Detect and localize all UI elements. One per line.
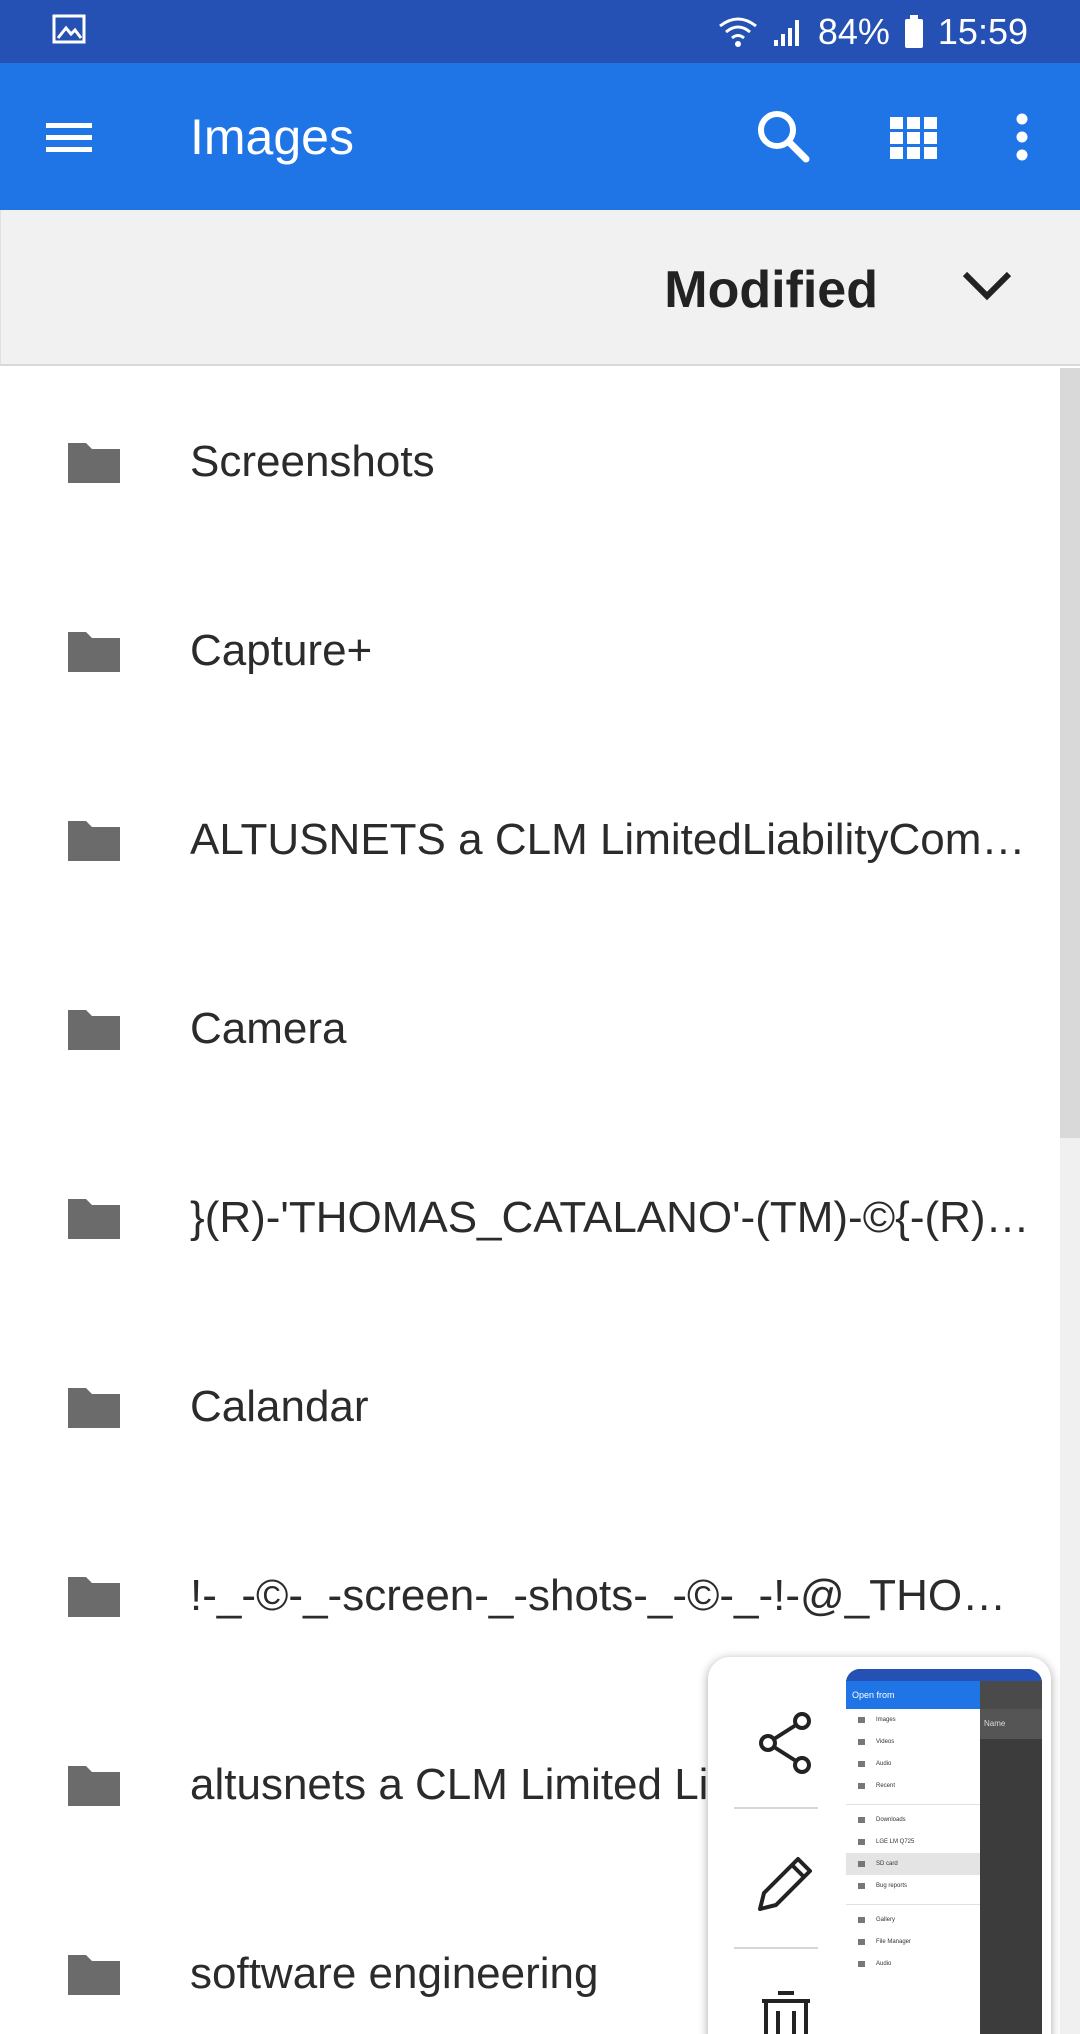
divider xyxy=(734,1947,818,1949)
thumb-item: Downloads xyxy=(846,1809,980,1831)
more-options-button[interactable] xyxy=(1004,105,1040,169)
thumb-status-bar xyxy=(846,1669,1042,1681)
thumb-header: Open from xyxy=(846,1681,980,1709)
status-indicators: 84% 15:59 xyxy=(718,0,1028,63)
sort-bar[interactable]: Modified xyxy=(0,210,1080,366)
more-vert-icon xyxy=(1004,113,1040,173)
thumb-item: SD card xyxy=(846,1853,980,1875)
list-item[interactable]: ALTUSNETS a CLM LimitedLiabilityCom… xyxy=(0,746,1060,935)
list-item[interactable]: Calandar xyxy=(0,1313,1060,1502)
folder-name: ALTUSNETS a CLM LimitedLiabilityCom… xyxy=(190,815,1026,864)
thumb-sort: Name xyxy=(980,1709,1042,1739)
folder-icon xyxy=(66,1195,122,1241)
thumb-item: File Manager xyxy=(846,1931,980,1953)
thumb-item: Bug reports xyxy=(846,1875,980,1897)
divider xyxy=(734,1807,818,1809)
folder-name: Camera xyxy=(190,1004,347,1053)
battery-icon xyxy=(904,14,924,49)
share-icon xyxy=(750,1712,822,1783)
list-item[interactable]: Capture+ xyxy=(0,557,1060,746)
folder-name: }(R)-'THOMAS_CATALANO'-(TM)-©{-(R)-… xyxy=(190,1193,1030,1242)
thumb-divider xyxy=(846,1897,980,1905)
folder-name: !-_-©-_-screen-_-shots-_-©-_-!-@_THOM… xyxy=(190,1571,1030,1620)
app-bar: Images xyxy=(0,63,1080,210)
grid-view-button[interactable] xyxy=(884,107,944,167)
folder-name: Screenshots xyxy=(190,437,435,486)
page-title: Images xyxy=(190,109,354,165)
folder-name: Capture+ xyxy=(190,626,373,675)
thumb-item: LGE LM Q725 xyxy=(846,1831,980,1853)
menu-icon xyxy=(40,123,96,171)
folder-name: Calandar xyxy=(190,1382,369,1431)
search-icon xyxy=(752,111,816,173)
thumb-item: Recent xyxy=(846,1775,980,1797)
folder-icon xyxy=(66,1951,122,1997)
battery-percent: 84% xyxy=(817,10,890,52)
share-button[interactable] xyxy=(750,1707,822,1779)
search-button[interactable] xyxy=(752,105,816,169)
thumb-item: Images xyxy=(846,1709,980,1731)
thumb-divider xyxy=(846,1797,980,1805)
folder-icon xyxy=(66,1762,122,1808)
screenshot-preview-panel: Open from Name Images Videos Audio Recen… xyxy=(708,1657,1051,2034)
scrollbar-thumb[interactable] xyxy=(1060,368,1080,1138)
folder-icon xyxy=(66,1573,122,1619)
list-item[interactable]: Camera xyxy=(0,935,1060,1124)
folder-icon xyxy=(66,1006,122,1052)
wifi-icon xyxy=(718,16,758,48)
thumb-item: Videos xyxy=(846,1731,980,1753)
folder-icon xyxy=(66,1384,122,1430)
delete-button[interactable] xyxy=(750,1987,822,2034)
status-bar: 84% 15:59 xyxy=(0,0,1080,63)
thumb-right-header xyxy=(980,1681,1042,1709)
list-item[interactable]: Screenshots xyxy=(0,368,1060,557)
folder-icon xyxy=(66,817,122,863)
signal-icon xyxy=(772,16,804,48)
grid-view-icon xyxy=(884,117,944,171)
thumb-item: Audio xyxy=(846,1953,980,1975)
edit-icon xyxy=(750,1857,822,1923)
folder-icon xyxy=(66,439,122,485)
list-item[interactable]: }(R)-'THOMAS_CATALANO'-(TM)-©{-(R)-… xyxy=(0,1124,1060,1313)
clock: 15:59 xyxy=(937,10,1028,52)
thumb-drawer: Images Videos Audio Recent Downloads LGE… xyxy=(846,1709,980,2034)
thumb-item: Audio xyxy=(846,1753,980,1775)
menu-button[interactable] xyxy=(40,107,106,167)
edit-button[interactable] xyxy=(750,1847,822,1919)
chevron-down-icon[interactable] xyxy=(959,266,1015,306)
screenshot-thumbnail[interactable]: Open from Name Images Videos Audio Recen… xyxy=(846,1669,1042,2034)
sort-label[interactable]: Modified xyxy=(664,260,878,320)
folder-icon xyxy=(66,628,122,674)
thumb-item: Gallery xyxy=(846,1909,980,1931)
gallery-icon xyxy=(52,14,92,50)
